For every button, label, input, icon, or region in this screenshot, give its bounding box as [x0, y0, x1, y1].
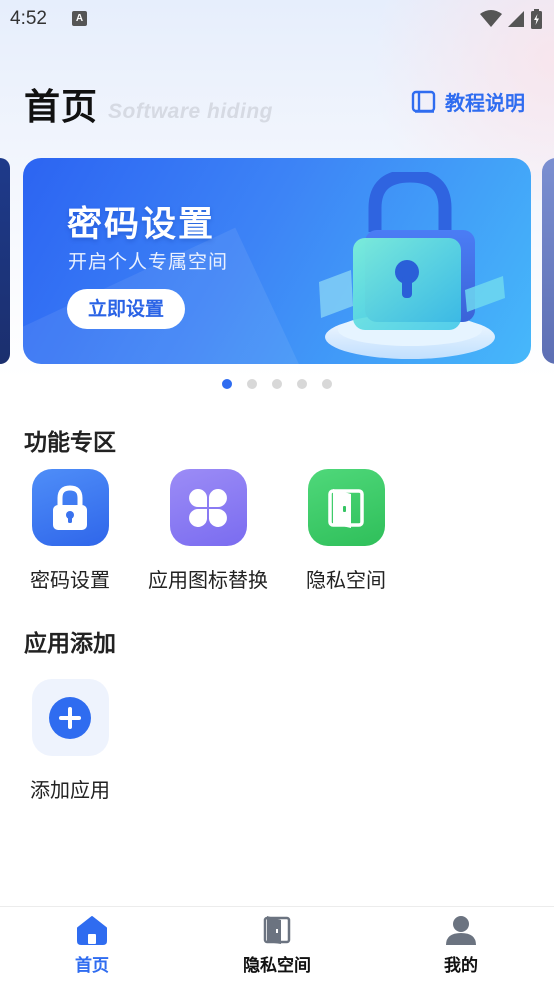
- bottom-navigation: 首页 隐私空间 我的: [0, 906, 554, 984]
- carousel-dots: [222, 379, 332, 389]
- tutorial-button[interactable]: 教程说明: [411, 87, 525, 116]
- status-icons: [480, 9, 542, 29]
- door-icon: [307, 469, 385, 546]
- feature-label: 密码设置: [30, 568, 110, 592]
- home-icon: [77, 916, 107, 945]
- feature-app-icon-replace[interactable]: 应用图标替换: [140, 469, 276, 593]
- banner-setup-button[interactable]: 立即设置: [67, 289, 185, 329]
- tutorial-label: 教程说明: [445, 91, 525, 115]
- nav-label-me: 我的: [444, 956, 478, 976]
- four-petal-icon: [169, 469, 247, 546]
- padlock-illustration-icon: [319, 172, 505, 359]
- nav-item-private-space[interactable]: 隐私空间: [217, 915, 337, 976]
- book-icon: [411, 90, 436, 113]
- page-title: 首页: [24, 87, 99, 128]
- door-icon: [263, 916, 291, 944]
- banner-prev-slide[interactable]: [0, 158, 10, 364]
- banner-next-slide[interactable]: [542, 158, 554, 364]
- app-add-section-title: 应用添加: [24, 631, 116, 657]
- carousel-dot-3[interactable]: [272, 379, 282, 389]
- carousel-dot-5[interactable]: [322, 379, 332, 389]
- nav-item-me[interactable]: 我的: [401, 915, 521, 976]
- lock-icon: [31, 469, 109, 546]
- nav-label-private-space: 隐私空间: [243, 956, 311, 976]
- signal-icon: [508, 11, 524, 27]
- plus-circle-icon: [31, 679, 109, 756]
- feature-private-space[interactable]: 隐私空间: [278, 469, 414, 593]
- page-subtitle: Software hiding: [108, 100, 273, 123]
- user-icon: [446, 916, 476, 945]
- carousel-dot-2[interactable]: [247, 379, 257, 389]
- notification-icon: A: [72, 11, 87, 26]
- wifi-icon: [480, 10, 502, 27]
- carousel-dot-1[interactable]: [222, 379, 232, 389]
- carousel-dot-4[interactable]: [297, 379, 307, 389]
- feature-label: 隐私空间: [306, 568, 386, 592]
- nav-label-home: 首页: [75, 956, 109, 976]
- feature-label: 应用图标替换: [148, 568, 268, 592]
- status-bar: 4:52 A: [0, 0, 554, 38]
- nav-item-home[interactable]: 首页: [32, 915, 152, 976]
- add-app-button[interactable]: 添加应用: [2, 679, 138, 803]
- battery-icon: [531, 9, 542, 29]
- banner-title: 密码设置: [67, 205, 216, 245]
- feature-password-settings[interactable]: 密码设置: [2, 469, 138, 593]
- add-app-label: 添加应用: [30, 778, 110, 802]
- banner-subtitle: 开启个人专属空间: [68, 251, 229, 273]
- banner-slide[interactable]: 密码设置 开启个人专属空间 立即设置: [23, 158, 531, 364]
- status-time: 4:52: [10, 8, 47, 29]
- features-section-title: 功能专区: [24, 430, 116, 456]
